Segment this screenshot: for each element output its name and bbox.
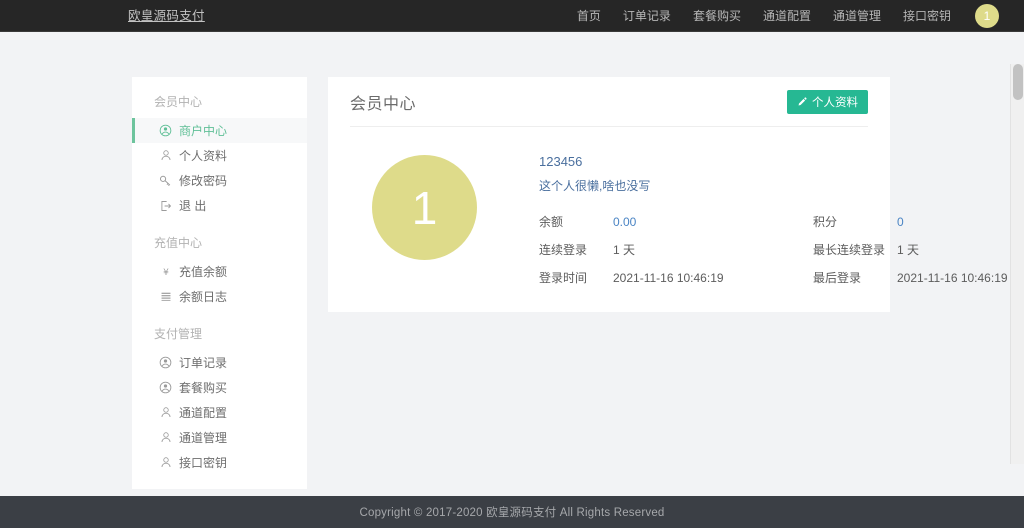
sidebar-item-label: 通道管理 [179, 429, 227, 446]
sidebar-item-label: 修改密码 [179, 172, 227, 189]
top-navigation-bar: 欧皇源码支付 首页订单记录套餐购买通道配置通道管理接口密钥 1 [0, 0, 1024, 32]
nav-channel-config[interactable]: 通道配置 [752, 0, 822, 32]
copyright-text: Copyright © 2017-2020 欧皇源码支付 All Rights … [359, 504, 664, 520]
stat-value: 1 天 [613, 241, 813, 258]
sidebar-item-1-1[interactable]: 商户中心 [132, 118, 307, 143]
stat-label: 登录时间 [539, 269, 613, 286]
user-icon [158, 149, 173, 163]
page-body: 会员中心商户中心个人资料修改密码退 出充值中心¥充值余额余额日志支付管理订单记录… [0, 32, 1024, 496]
stat-value: 2021-11-16 10:46:19 [613, 271, 813, 285]
sidebar-group-list: 订单记录套餐购买通道配置通道管理接口密钥 [132, 350, 307, 475]
sidebar-item-1-3[interactable]: 修改密码 [132, 168, 307, 193]
brand-logo[interactable]: 欧皇源码支付 [128, 0, 205, 32]
stat-value: 2021-11-16 10:46:19 [897, 271, 1008, 285]
sidebar-section-title: 充值中心 [132, 227, 307, 259]
key-icon [158, 174, 173, 188]
stat-value: 0 [897, 215, 1008, 229]
yen-icon: ¥ [158, 265, 173, 279]
avatar[interactable]: 1 [975, 4, 999, 28]
sidebar-group-list: ¥ 充值余额余额日志 [132, 259, 307, 309]
stats-grid: 余额0.00积分0连续登录1 天最长连续登录1 天登录时间2021-11-16 … [539, 213, 1008, 286]
sidebar-item-1-2[interactable]: 个人资料 [132, 143, 307, 168]
sidebar-item-label: 套餐购买 [179, 379, 227, 396]
profile-details: 123456 这个人很懒,啥也没写 余额0.00积分0连续登录1 天最长连续登录… [539, 151, 1008, 286]
sidebar-item-label: 商户中心 [179, 122, 227, 139]
sidebar-item-3-4[interactable]: 通道管理 [132, 425, 307, 450]
stat-label: 积分 [813, 213, 897, 230]
edit-profile-button[interactable]: 个人资料 [787, 90, 868, 114]
sidebar: 会员中心商户中心个人资料修改密码退 出充值中心¥充值余额余额日志支付管理订单记录… [132, 77, 307, 489]
user-circle-icon [158, 356, 173, 370]
user-icon [158, 431, 173, 445]
sidebar-item-label: 通道配置 [179, 404, 227, 421]
member-center-card: 会员中心 个人资料 1 123456 这个人很懒,啥也没写 余额0.00积分0连… [328, 77, 890, 312]
page-scrollbar[interactable] [1010, 64, 1024, 464]
stat-label: 余额 [539, 213, 613, 230]
edit-profile-label: 个人资料 [812, 94, 858, 110]
user-circle-icon [158, 124, 173, 138]
sign-out-icon [158, 199, 173, 213]
user-icon [158, 456, 173, 470]
sidebar-item-label: 余额日志 [179, 288, 227, 305]
page-title: 会员中心 [350, 90, 416, 114]
username: 123456 [539, 153, 1008, 171]
user-icon [158, 406, 173, 420]
pencil-icon [797, 97, 807, 107]
sidebar-item-3-3[interactable]: 通道配置 [132, 400, 307, 425]
sidebar-section-title: 支付管理 [132, 318, 307, 350]
sidebar-item-label: 接口密钥 [179, 454, 227, 471]
user-signature: 这个人很懒,啥也没写 [539, 177, 1008, 195]
stat-value: 0.00 [613, 215, 813, 229]
profile-avatar: 1 [372, 155, 477, 260]
scrollbar-thumb[interactable] [1013, 64, 1023, 100]
nav-channel-manage[interactable]: 通道管理 [822, 0, 892, 32]
sidebar-item-label: 订单记录 [179, 354, 227, 371]
top-nav-links: 首页订单记录套餐购买通道配置通道管理接口密钥 [566, 0, 962, 32]
profile-section: 1 123456 这个人很懒,啥也没写 余额0.00积分0连续登录1 天最长连续… [350, 127, 868, 286]
sidebar-section-title: 会员中心 [132, 86, 307, 118]
sidebar-group-spacer [132, 309, 307, 318]
stat-label: 最长连续登录 [813, 241, 897, 258]
svg-text:¥: ¥ [163, 268, 169, 278]
card-header: 会员中心 个人资料 [350, 77, 868, 127]
sidebar-item-label: 退 出 [179, 197, 206, 214]
sidebar-item-3-2[interactable]: 套餐购买 [132, 375, 307, 400]
sidebar-item-label: 充值余额 [179, 263, 227, 280]
stat-label: 最后登录 [813, 269, 897, 286]
sidebar-item-label: 个人资料 [179, 147, 227, 164]
sidebar-item-3-5[interactable]: 接口密钥 [132, 450, 307, 475]
stat-label: 连续登录 [539, 241, 613, 258]
stat-value: 1 天 [897, 241, 1008, 258]
nav-home[interactable]: 首页 [566, 0, 612, 32]
nav-api-key[interactable]: 接口密钥 [892, 0, 962, 32]
sidebar-group-spacer [132, 218, 307, 227]
sidebar-group-list: 商户中心个人资料修改密码退 出 [132, 118, 307, 218]
nav-packages[interactable]: 套餐购买 [682, 0, 752, 32]
user-circle-icon [158, 381, 173, 395]
sidebar-item-2-1[interactable]: ¥ 充值余额 [132, 259, 307, 284]
page-footer: Copyright © 2017-2020 欧皇源码支付 All Rights … [0, 496, 1024, 528]
sidebar-item-1-4[interactable]: 退 出 [132, 193, 307, 218]
sidebar-item-3-1[interactable]: 订单记录 [132, 350, 307, 375]
nav-orders[interactable]: 订单记录 [612, 0, 682, 32]
sidebar-item-2-2[interactable]: 余额日志 [132, 284, 307, 309]
list-icon [158, 290, 173, 304]
